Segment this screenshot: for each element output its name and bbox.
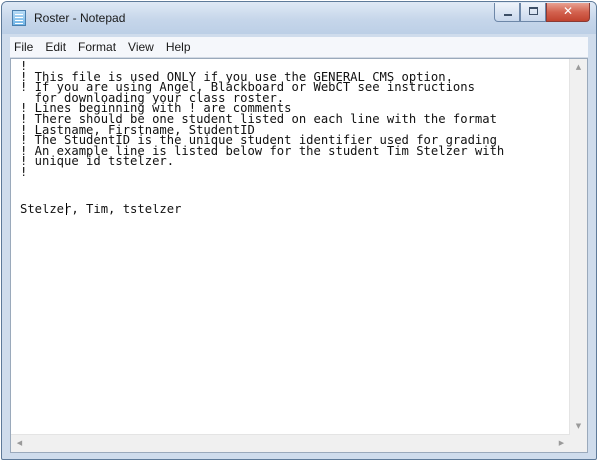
menu-edit[interactable]: Edit (39, 38, 72, 56)
menu-file[interactable]: File (10, 38, 39, 56)
vertical-scrollbar[interactable]: ▲ ▼ (569, 59, 587, 435)
window-title: Roster - Notepad (34, 11, 126, 25)
menu-help[interactable]: Help (160, 38, 197, 56)
arrow-up-icon[interactable]: ▲ (570, 59, 587, 76)
notepad-icon[interactable] (12, 10, 26, 26)
text-line: ! unique id tstelzer. (20, 154, 175, 169)
menu-format[interactable]: Format (72, 38, 122, 56)
title-bar[interactable]: Roster - Notepad ✕ (2, 2, 596, 34)
notepad-window: Roster - Notepad ✕ File Edit Format View… (1, 1, 597, 460)
arrow-down-icon[interactable]: ▼ (570, 418, 587, 435)
menu-view[interactable]: View (122, 38, 160, 56)
size-grip[interactable] (570, 435, 587, 452)
maximize-button[interactable] (520, 3, 546, 22)
text-caret (66, 203, 67, 215)
horizontal-scrollbar[interactable]: ◀ ▶ (11, 434, 570, 452)
caption-buttons: ✕ (494, 3, 590, 23)
arrow-left-icon[interactable]: ◀ (11, 435, 28, 452)
maximize-icon (529, 7, 538, 15)
close-icon: ✕ (562, 4, 574, 18)
close-button[interactable]: ✕ (546, 3, 590, 22)
roster-entry-line[interactable]: Stelzer, Tim, tstelzer (20, 204, 567, 434)
minimize-button[interactable] (494, 3, 520, 22)
text-editor[interactable]: ! ! This file is used ONLY if you use th… (10, 58, 588, 453)
menu-bar: File Edit Format View Help (10, 37, 588, 58)
minimize-icon (504, 14, 512, 16)
arrow-right-icon[interactable]: ▶ (553, 435, 570, 452)
text-line: ! (20, 164, 28, 179)
